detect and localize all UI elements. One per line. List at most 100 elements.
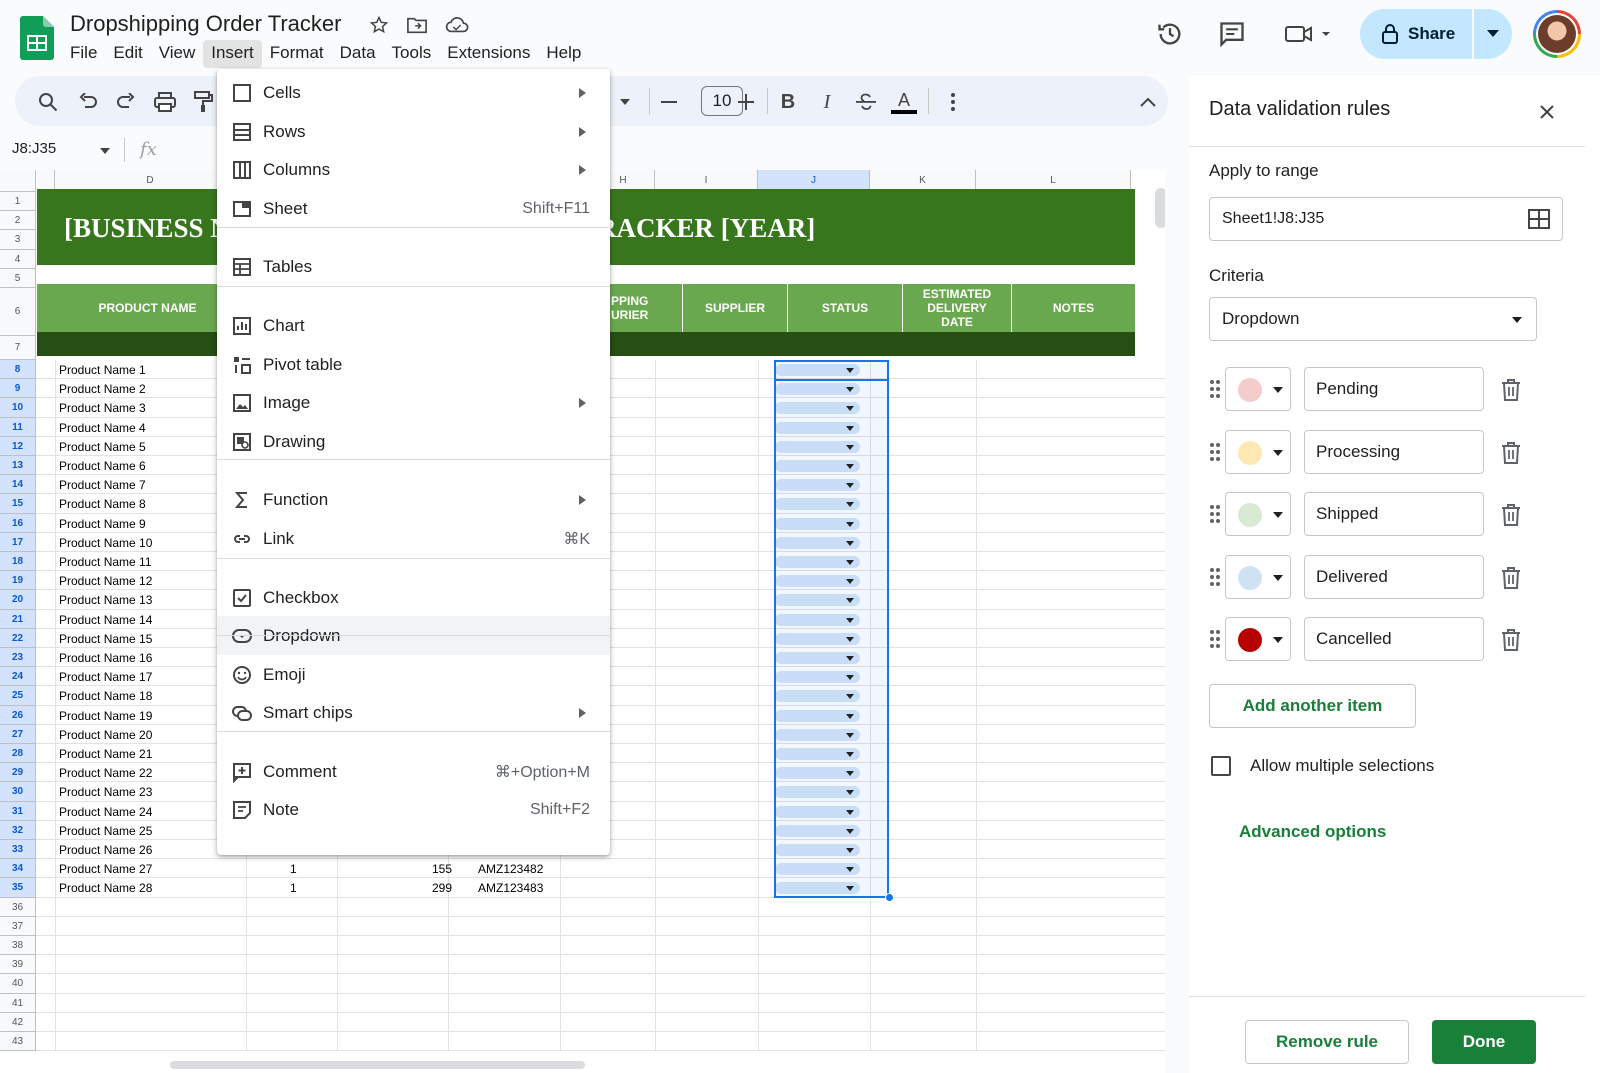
insert-menu-item-sheet[interactable]: Sheet Shift+F11 [217,189,610,228]
header-shipping-courier[interactable]: PPING URIER [611,284,683,332]
header-notes[interactable]: NOTES [1012,284,1135,332]
product-name-cell[interactable]: Product Name 23 [59,785,152,799]
product-name-cell[interactable]: Product Name 20 [59,728,152,742]
item-color-picker[interactable] [1225,429,1291,474]
strikethrough-icon[interactable] [853,89,879,115]
product-name-cell[interactable]: Product Name 2 [59,382,146,396]
dropdown-item-input[interactable]: Cancelled [1304,617,1484,661]
insert-menu-item-drawing[interactable]: Drawing [217,422,610,461]
decrease-font-size-icon[interactable] [656,89,682,115]
product-name-cell[interactable]: Product Name 28 [59,881,152,895]
dropdown-item-input[interactable]: Shipped [1304,492,1484,536]
meet-video-icon[interactable] [1278,14,1338,54]
row-header-12[interactable]: 12 [0,436,36,456]
row-header-28[interactable]: 28 [0,744,36,764]
row-header-1[interactable]: 1 [0,192,36,212]
active-cell[interactable] [774,360,889,381]
drag-handle-icon[interactable] [1209,379,1221,399]
row-header-23[interactable]: 23 [0,648,36,668]
dropdown-item-input[interactable]: Pending [1304,367,1484,411]
product-name-cell[interactable]: Product Name 18 [59,689,152,703]
drag-handle-icon[interactable] [1209,567,1221,587]
product-name-cell[interactable]: Product Name 22 [59,766,152,780]
document-title[interactable]: Dropshipping Order Tracker [70,11,341,37]
row-header-26[interactable]: 26 [0,705,36,725]
drag-handle-icon[interactable] [1209,504,1221,524]
row-header-38[interactable]: 38 [0,936,36,956]
insert-menu-item-columns[interactable]: Columns [217,150,610,189]
vertical-scrollbar[interactable] [1155,188,1165,228]
row-header-13[interactable]: 13 [0,456,36,476]
insert-menu-item-cells[interactable]: Cells [217,73,610,112]
order-id-cell[interactable]: AMZ123482 [478,862,543,876]
menu-file[interactable]: File [62,40,105,68]
product-name-cell[interactable]: Product Name 5 [59,440,146,454]
product-name-cell[interactable]: Product Name 3 [59,401,146,415]
insert-menu-item-rows[interactable]: Rows [217,112,610,151]
trash-icon[interactable] [1500,566,1522,590]
insert-menu-item-image[interactable]: Image [217,383,610,422]
item-color-picker[interactable] [1225,554,1291,599]
dropdown-item-input[interactable]: Processing [1304,429,1484,474]
item-color-picker[interactable] [1225,617,1291,661]
menu-view[interactable]: View [151,40,204,68]
italic-icon[interactable]: I [814,89,840,115]
row-header-29[interactable]: 29 [0,763,36,783]
sheets-logo-icon[interactable] [20,16,54,60]
price-cell[interactable]: 155 [420,862,452,876]
product-name-cell[interactable]: Product Name 9 [59,517,146,531]
row-header-2[interactable]: 2 [0,211,36,231]
redo-icon[interactable] [113,89,139,115]
select-all-corner[interactable] [0,170,36,192]
product-name-cell[interactable]: Product Name 7 [59,478,146,492]
row-header-19[interactable]: 19 [0,571,36,591]
row-header-39[interactable]: 39 [0,955,36,975]
product-name-cell[interactable]: Product Name 10 [59,536,152,550]
product-name-cell[interactable]: Product Name 1 [59,363,146,377]
row-header-33[interactable]: 33 [0,840,36,860]
insert-menu-item-chart[interactable]: Chart [217,306,610,345]
collapse-toolbar-icon[interactable] [1135,89,1161,115]
product-name-cell[interactable]: Product Name 21 [59,747,152,761]
trash-icon[interactable] [1500,378,1522,402]
row-header-34[interactable]: 34 [0,859,36,879]
more-options-icon[interactable] [940,89,966,115]
product-name-cell[interactable]: Product Name 15 [59,632,152,646]
advanced-options-link[interactable]: Advanced options [1239,822,1386,842]
paint-format-icon[interactable] [191,89,217,115]
row-header-21[interactable]: 21 [0,609,36,629]
bold-icon[interactable]: B [775,89,801,115]
name-box[interactable]: J8:J35 [12,140,56,157]
row-header-25[interactable]: 25 [0,686,36,706]
add-another-item-button[interactable]: Add another item [1209,684,1416,728]
select-range-grid-icon[interactable] [1528,209,1550,229]
product-name-cell[interactable]: Product Name 11 [59,555,152,569]
done-button[interactable]: Done [1432,1020,1536,1064]
row-header-16[interactable]: 16 [0,513,36,533]
range-input[interactable]: Sheet1!J8:J35 [1209,197,1563,241]
product-name-cell[interactable]: Product Name 17 [59,670,152,684]
menu-edit[interactable]: Edit [105,40,150,68]
product-name-cell[interactable]: Product Name 14 [59,613,152,627]
product-name-cell[interactable]: Product Name 25 [59,824,152,838]
row-header-4[interactable]: 4 [0,249,36,269]
move-folder-icon[interactable] [404,12,430,38]
row-header-37[interactable]: 37 [0,916,36,936]
product-name-cell[interactable]: Product Name 4 [59,421,146,435]
row-header-30[interactable]: 30 [0,782,36,802]
quantity-cell[interactable]: 1 [290,862,297,876]
menu-format[interactable]: Format [262,40,332,68]
remove-rule-button[interactable]: Remove rule [1245,1020,1409,1064]
trash-icon[interactable] [1500,441,1522,465]
header-supplier[interactable]: SUPPLIER [683,284,788,332]
header-product-name[interactable]: PRODUCT NAME [55,284,241,332]
insert-menu-item-emoji[interactable]: Emoji [217,655,610,694]
search-menus-icon[interactable] [35,89,61,115]
insert-menu-item-note[interactable]: Note Shift+F2 [217,790,610,829]
dropdown-item-input[interactable]: Delivered [1304,554,1484,599]
row-header-35[interactable]: 35 [0,878,36,898]
cloud-saved-icon[interactable] [444,12,470,38]
insert-menu-item-tables[interactable]: Tables [217,247,610,286]
quantity-cell[interactable]: 1 [290,881,297,895]
row-header-32[interactable]: 32 [0,820,36,840]
